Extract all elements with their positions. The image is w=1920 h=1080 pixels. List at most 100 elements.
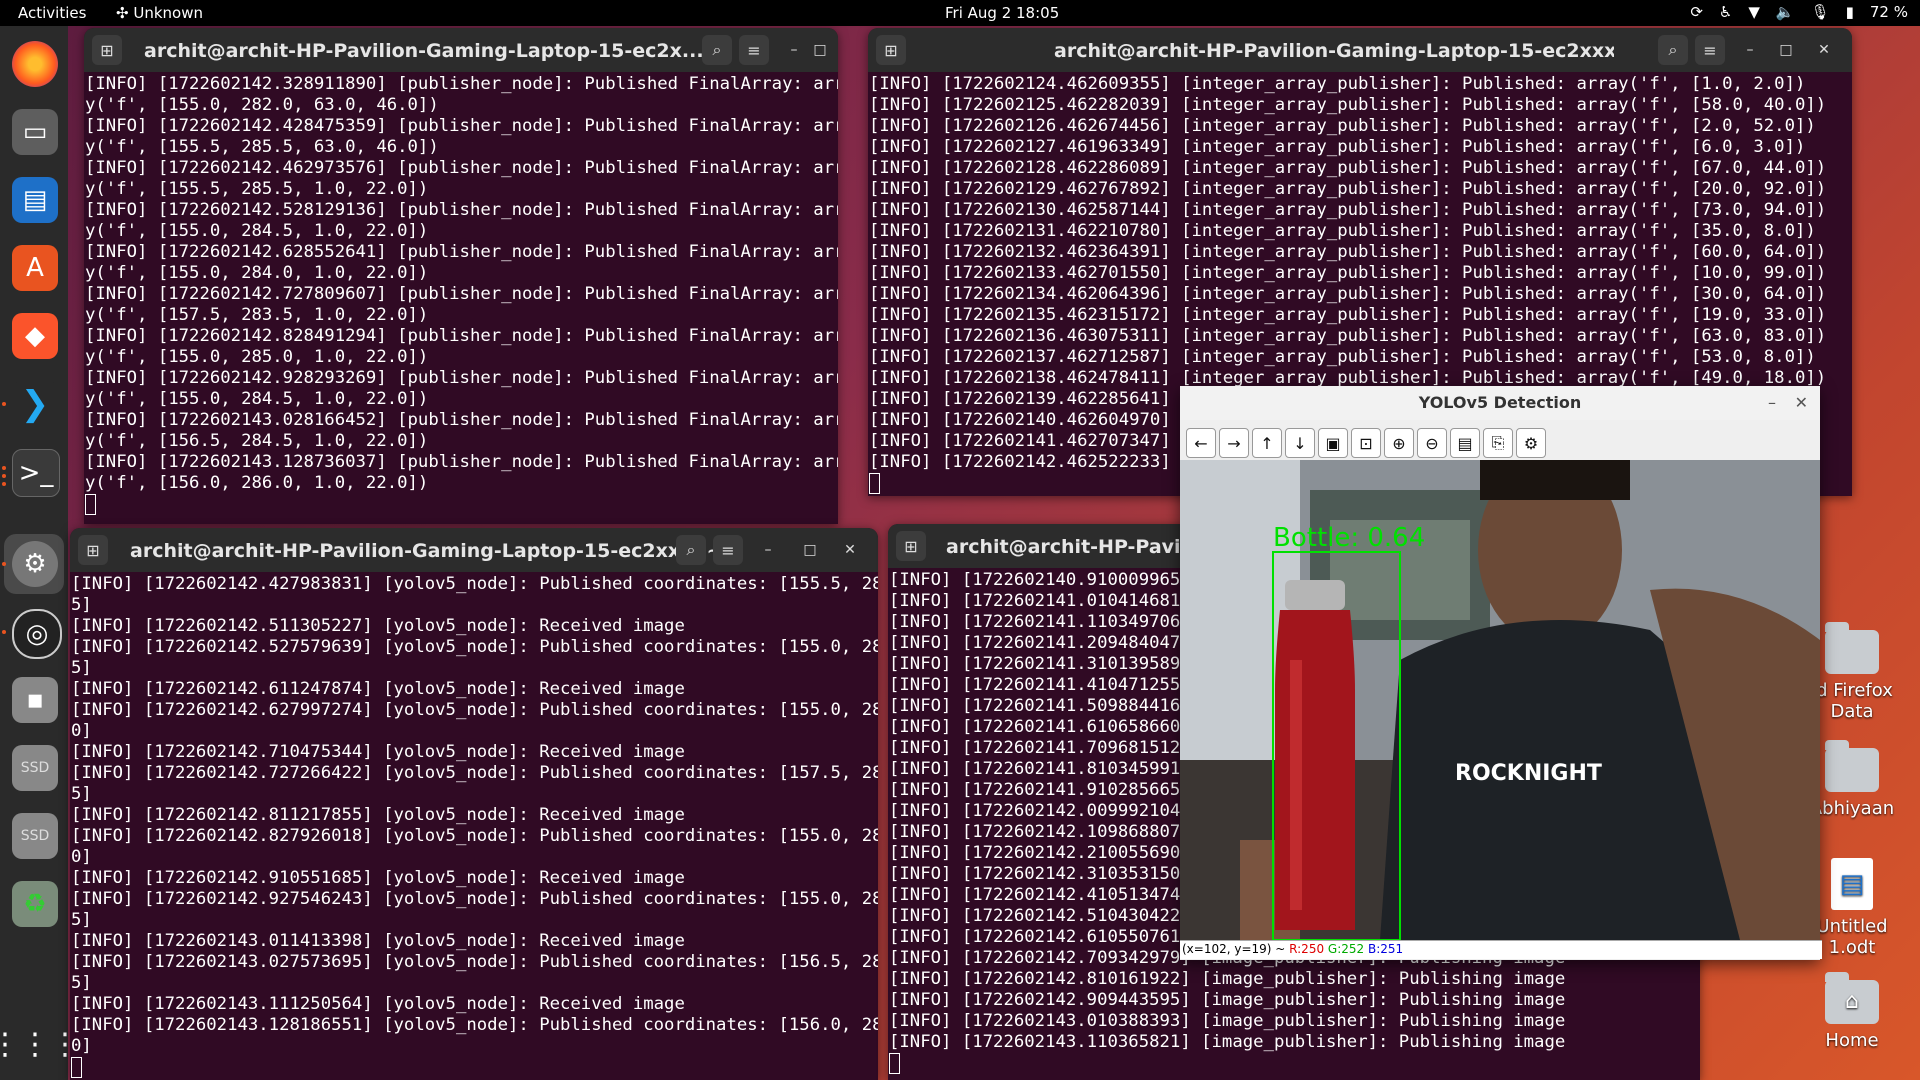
home-folder-icon: ⌂ [1825,972,1879,1024]
terminal-line: [INFO] [1722602142.310353150] [889,864,1191,884]
terminal-line: [INFO] [1722602130.462587144] [integer_a… [869,200,1827,220]
new-tab-icon[interactable]: ⊞ [876,35,906,65]
ssd-icon[interactable]: SSD [12,745,58,791]
activities-button[interactable]: Activities [18,4,86,22]
terminal-line: [INFO] [1722602141.509884416] [889,696,1191,716]
terminal-line: 5] [71,784,92,804]
writer-icon[interactable]: ▤ [12,177,58,223]
terminal-line: 0] [71,721,92,741]
green-value: G:252 [1327,942,1365,956]
terminal-window-yolov5[interactable]: ⊞ archit@archit-HP-Pavilion-Gaming-Lapto… [70,528,878,1080]
terminal-line: [INFO] [1722602142.928293269] [publisher… [85,368,838,388]
search-icon[interactable]: ⌕ [676,535,706,565]
maximize-icon[interactable]: □ [798,538,822,562]
microphone-icon[interactable]: 🎙 [1811,3,1830,21]
terminal-line: [INFO] [1722602141.410471255] [889,675,1191,695]
trash-icon[interactable]: ♻ [12,881,58,927]
search-icon[interactable]: ⌕ [702,35,732,65]
back-icon[interactable]: ← [1186,428,1216,458]
files-icon[interactable]: ▭ [12,109,58,155]
window-title: archit@archit-HP-Pavilion-Gaming-Laptop-… [1054,40,1614,62]
terminal-icon[interactable]: >_ [12,449,60,497]
ssd-icon[interactable]: SSD [12,813,58,859]
maximize-icon[interactable]: □ [1774,38,1798,62]
terminal-line: [INFO] [1722602124.462609355] [integer_a… [869,74,1806,94]
terminal-line: y('f', [157.5, 283.5, 1.0, 22.0]) [85,305,429,325]
minimize-icon[interactable]: – [782,38,806,62]
terminal-line: [INFO] [1722602143.027573695] [yolov5_no… [71,952,878,972]
yolo-title-bar[interactable]: YOLOv5 Detection – ✕ [1180,386,1820,420]
terminal-line: [INFO] [1722602143.010388393] [image_pub… [889,1011,1566,1031]
settings-icon[interactable]: ⚙ [12,541,58,587]
terminal-line: [INFO] [1722602142.462973576] [publisher… [85,158,838,178]
copy-icon[interactable]: ⎘ [1483,428,1513,458]
search-icon[interactable]: ⌕ [1658,35,1688,65]
battery-icon[interactable]: ▮ [1846,3,1854,21]
app-menu[interactable]: ✣ Unknown [116,4,203,22]
blue-value: B:251 [1368,942,1404,956]
desktop-icon-label: Home [1825,1030,1879,1051]
brave-icon[interactable]: ◆ [12,313,58,359]
close-icon[interactable]: ✕ [836,38,838,62]
terminal-line: y('f', [156.0, 286.0, 1.0, 22.0]) [85,473,429,493]
disk-icon[interactable]: ▪ [12,677,58,723]
new-tab-icon[interactable]: ⊞ [896,531,926,561]
terminal-line: [INFO] [1722602142.827926018] [yolov5_no… [71,826,878,846]
zoom-out-icon[interactable]: ⊖ [1417,428,1447,458]
terminal-header[interactable]: ⊞ archit@archit-HP-Pavilion-Gaming-Lapto… [868,28,1852,72]
forward-icon[interactable]: → [1219,428,1249,458]
close-icon[interactable]: ✕ [838,538,862,562]
terminal-line: [INFO] [1722602137.462712587] [integer_a… [869,347,1816,367]
up-icon[interactable]: ↑ [1252,428,1282,458]
obs-icon[interactable]: ◎ [12,609,62,659]
minimize-icon[interactable]: – [1738,38,1762,62]
vscode-icon[interactable]: ❯ [12,381,58,427]
zoom-rect-icon[interactable]: ▣ [1318,428,1348,458]
terminal-window-publisher[interactable]: ⊞ archit@archit-HP-Pavilion-Gaming-Lapto… [84,28,838,524]
new-tab-icon[interactable]: ⊞ [92,35,122,65]
terminal-header[interactable]: ⊞ archit@archit-HP-Pavilion-Gaming-Lapto… [70,528,878,572]
volume-icon[interactable]: 🔈 [1776,3,1795,21]
wifi-icon[interactable]: ▼ [1748,3,1760,21]
terminal-cursor [889,1053,900,1074]
minimize-icon[interactable]: – [1768,393,1776,412]
terminal-line: y('f', [156.5, 284.5, 1.0, 22.0]) [85,431,429,451]
save-icon[interactable]: ▤ [1450,428,1480,458]
app-center-icon[interactable]: A [12,245,58,291]
terminal-line: [INFO] [1722602143.110365821] [image_pub… [889,1032,1566,1052]
terminal-text: [INFO] [1722602142.328911890] [publisher… [84,74,838,515]
terminal-line: y('f', [155.0, 284.5, 1.0, 22.0]) [85,221,429,241]
clock[interactable]: Fri Aug 2 18:05 [945,4,1059,22]
menu-icon[interactable]: ≡ [713,535,743,565]
zoom-in-icon[interactable]: ⊕ [1384,428,1414,458]
camera-feed[interactable]: ROCKNIGHT Bottle: 0.64 [1180,460,1820,940]
folder-icon [1825,740,1879,792]
close-icon[interactable]: ✕ [1795,393,1808,412]
camera-image: ROCKNIGHT Bottle: 0.64 [1180,460,1820,940]
close-icon[interactable]: ✕ [1812,38,1836,62]
accessibility-icon[interactable]: ♿ [1719,3,1732,21]
properties-icon[interactable]: ⚙ [1516,428,1546,458]
down-icon[interactable]: ↓ [1285,428,1315,458]
menu-icon[interactable]: ≡ [1695,35,1725,65]
terminal-line: [INFO] [1722602142.511305227] [yolov5_no… [71,616,685,636]
new-tab-icon[interactable]: ⊞ [78,535,108,565]
system-tray[interactable]: ⟳ ♿ ▼ 🔈 🎙 ▮ 72 % [1690,3,1908,21]
maximize-icon[interactable]: □ [808,38,832,62]
apps-grid-icon[interactable]: ⋮⋮⋮ [0,1021,80,1067]
terminal-line: [INFO] [1722602131.462210780] [integer_a… [869,221,1816,241]
terminal-output[interactable]: [INFO] [1722602142.427983831] [yolov5_no… [70,574,878,1080]
terminal-line: [INFO] [1722602142.210055690] [889,843,1191,863]
terminal-line: [INFO] [1722602142.828491294] [publisher… [85,326,838,346]
yolo-detection-window[interactable]: YOLOv5 Detection – ✕ ← → ↑ ↓ ▣ ⊡ ⊕ ⊖ ▤ ⎘… [1180,386,1822,960]
top-bar: Activities ✣ Unknown Fri Aug 2 18:05 ⟳ ♿… [0,0,1920,26]
menu-icon[interactable]: ≡ [739,35,769,65]
terminal-header[interactable]: ⊞ archit@archit-HP-Pavilion-Gaming-Lapto… [84,28,838,72]
terminal-output[interactable]: [INFO] [1722602142.328911890] [publisher… [84,74,838,524]
zoom-fit-icon[interactable]: ⊡ [1351,428,1381,458]
sync-icon[interactable]: ⟳ [1690,3,1703,21]
minimize-icon[interactable]: – [756,538,780,562]
firefox-icon[interactable] [12,41,58,87]
desktop-icon-home[interactable]: ⌂ Home [1797,972,1907,1051]
terminal-line: [INFO] [1722602142.710475344] [yolov5_no… [71,742,685,762]
